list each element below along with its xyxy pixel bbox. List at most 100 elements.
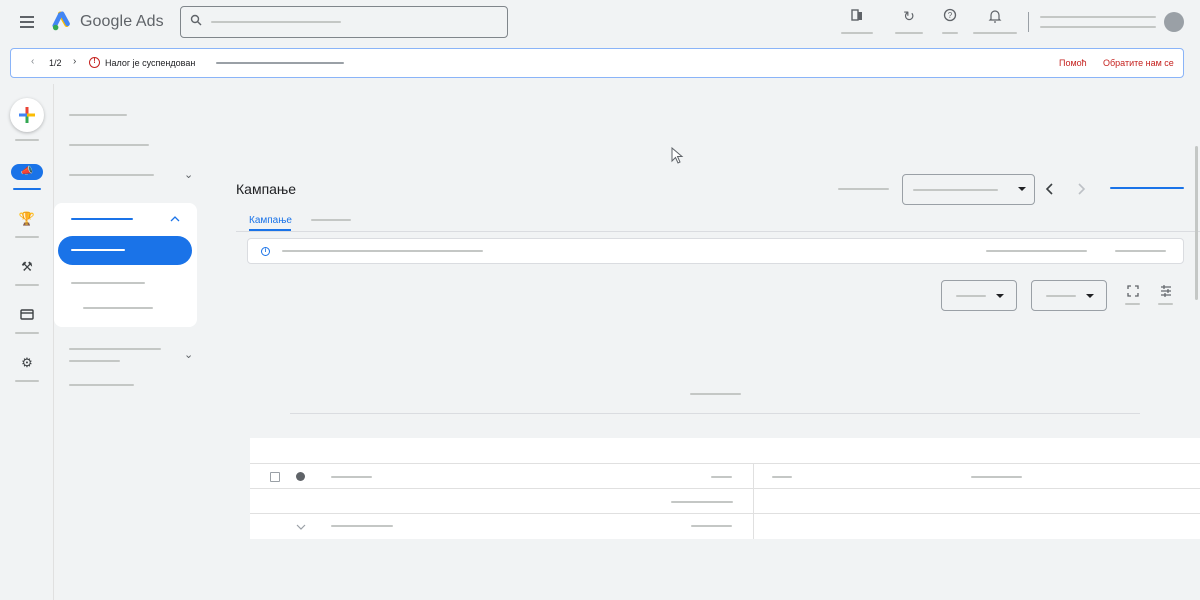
banner-counter: 1/2: [49, 58, 62, 68]
table-cell: [691, 525, 732, 527]
google-ads-logo[interactable]: [52, 11, 74, 33]
suspension-banner: ‹ 1/2 › ! Налог је суспендован Помоћ Обр…: [10, 48, 1184, 78]
menu-icon[interactable]: [20, 16, 34, 28]
filter-dropdown[interactable]: [941, 280, 1017, 311]
tune-icon: [1161, 285, 1171, 297]
caret-down-icon: [1018, 187, 1026, 191]
tools-icon: ⚒: [21, 259, 33, 274]
info-action[interactable]: [986, 250, 1087, 252]
segment-value: [1046, 295, 1076, 297]
table-cell: [671, 501, 733, 503]
subnav-item[interactable]: [69, 384, 134, 386]
account-name[interactable]: [1040, 16, 1156, 18]
table-total-row: [250, 513, 1200, 538]
tools-nav-item[interactable]: ⚒: [10, 258, 44, 290]
contact-us-link[interactable]: Обратите нам се: [1103, 58, 1174, 68]
mouse-cursor-icon: [671, 147, 684, 164]
columns-button[interactable]: [1157, 285, 1175, 300]
tabs-divider: [236, 231, 1200, 232]
help-link[interactable]: Помоћ: [1059, 58, 1087, 68]
table-row: [250, 488, 1200, 513]
date-range-label: [838, 188, 889, 190]
chart-placeholder: [690, 393, 741, 395]
tab-secondary[interactable]: [311, 219, 351, 221]
info-notice: i: [247, 238, 1184, 264]
top-app-bar: Google Ads ↻ ?: [0, 0, 1200, 44]
column-header[interactable]: [971, 476, 1022, 478]
column-header[interactable]: [711, 476, 732, 478]
subnav-item[interactable]: [71, 282, 145, 284]
admin-nav-item[interactable]: ⚙: [10, 354, 44, 386]
chevron-right-icon[interactable]: ›: [73, 56, 76, 67]
subnav-item-campaigns[interactable]: [58, 236, 192, 265]
info-message: [282, 250, 483, 252]
help-label: [942, 32, 958, 34]
chevron-up-icon[interactable]: [170, 215, 180, 223]
help-button[interactable]: ?: [928, 8, 972, 38]
refresh-icon: ↻: [903, 8, 915, 24]
tools-label: [15, 284, 39, 286]
caret-down-icon: [1086, 294, 1094, 298]
chevron-left-icon[interactable]: ‹: [31, 56, 34, 67]
date-range-value: [913, 189, 998, 191]
expand-label: [1125, 303, 1140, 305]
date-range-dropdown[interactable]: [902, 174, 1035, 205]
scrollbar[interactable]: [1195, 146, 1198, 300]
column-header[interactable]: [772, 476, 792, 478]
campaigns-label: [13, 188, 41, 190]
notifications-icon: [988, 10, 1002, 23]
subnav-item-secondary: [69, 360, 120, 362]
notifications-label: [973, 32, 1017, 34]
status-dot: [296, 472, 305, 481]
info-dismiss[interactable]: [1115, 250, 1166, 252]
goals-label: [15, 236, 39, 238]
admin-label: [15, 380, 39, 382]
search-input[interactable]: [180, 6, 508, 38]
subnav-group-campaigns: [54, 203, 197, 327]
chevron-down-icon[interactable]: [296, 523, 306, 531]
compare-toggle[interactable]: [1110, 187, 1184, 189]
subnav-subitem[interactable]: [83, 307, 153, 309]
campaigns-icon[interactable]: 📣: [11, 164, 43, 180]
select-all-checkbox[interactable]: [270, 472, 280, 482]
subnav-item[interactable]: [69, 144, 149, 146]
caret-down-icon: [996, 294, 1004, 298]
help-icon: ?: [943, 8, 957, 22]
toolbar-divider: [1028, 12, 1029, 32]
gear-icon: ⚙: [21, 355, 33, 370]
column-divider: [753, 463, 754, 539]
appearance-icon: [851, 9, 862, 21]
subnav-item[interactable]: [69, 348, 161, 350]
avatar[interactable]: [1164, 12, 1184, 32]
table-header-row: [250, 463, 1200, 488]
rail-divider: [53, 84, 54, 600]
segment-dropdown[interactable]: [1031, 280, 1107, 311]
billing-label: [15, 332, 39, 334]
plus-icon: [19, 107, 35, 123]
subnav-group-title[interactable]: [71, 218, 133, 220]
chevron-down-icon[interactable]: ⌄: [184, 348, 193, 361]
appearance-button[interactable]: [835, 8, 879, 38]
filter-value: [956, 295, 986, 297]
subnav-item[interactable]: [69, 174, 154, 176]
table-cell: [331, 525, 393, 527]
column-header-campaign[interactable]: [331, 476, 372, 478]
chevron-right-icon[interactable]: [1076, 183, 1086, 195]
page-title: Кампање: [236, 181, 297, 197]
appearance-label: [841, 32, 873, 34]
billing-nav-item[interactable]: [10, 306, 44, 338]
fullscreen-icon: [1127, 285, 1139, 297]
notifications-button[interactable]: [973, 8, 1017, 38]
chart-divider: [290, 413, 1140, 414]
expand-button[interactable]: [1124, 285, 1142, 300]
chevron-left-icon[interactable]: [1045, 183, 1055, 195]
create-button[interactable]: [10, 98, 44, 132]
error-icon: !: [89, 57, 100, 68]
refresh-button[interactable]: ↻: [887, 8, 931, 38]
search-icon: [190, 14, 202, 26]
refresh-label: [895, 32, 923, 34]
goals-nav-item[interactable]: 🏆: [10, 210, 44, 242]
chevron-down-icon[interactable]: ⌄: [184, 168, 193, 181]
tab-campaigns[interactable]: Кампање: [249, 215, 292, 226]
subnav-item[interactable]: [69, 114, 127, 116]
